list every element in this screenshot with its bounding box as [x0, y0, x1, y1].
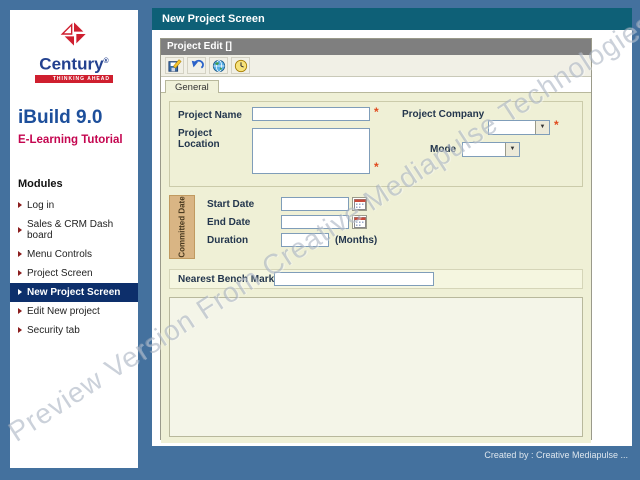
arrow-bullet-icon	[18, 308, 22, 314]
arrow-bullet-icon	[18, 202, 22, 208]
project-location-textarea[interactable]	[252, 128, 370, 174]
sidebar-item-label: Sales & CRM Dash board	[27, 219, 138, 241]
clock-icon	[234, 59, 248, 73]
start-date-label: Start Date	[207, 199, 254, 210]
project-edit-window: Project Edit []	[160, 38, 592, 440]
globe-button[interactable]	[209, 57, 228, 74]
undo-icon	[190, 59, 204, 73]
sidebar-item-new-project-screen[interactable]: New Project Screen	[10, 283, 138, 302]
project-info-group: Project Name * Project Company ▼ * Proje…	[169, 101, 583, 187]
product-title: iBuild 9.0	[18, 107, 138, 129]
sidebar-item-project-screen[interactable]: Project Screen	[10, 264, 138, 283]
product-subtitle: E-Learning Tutorial	[18, 134, 138, 146]
modules-nav: Log in Sales & CRM Dash board Menu Contr…	[10, 196, 138, 340]
form-toolbar	[161, 55, 591, 77]
save-button[interactable]	[165, 57, 184, 74]
chevron-down-icon: ▼	[535, 121, 549, 134]
tab-row: General	[161, 77, 591, 93]
chevron-down-icon: ▼	[505, 143, 519, 156]
end-date-label: End Date	[207, 217, 250, 228]
clock-button[interactable]	[231, 57, 250, 74]
duration-unit-label: (Months)	[335, 235, 377, 246]
sidebar-item-label: New Project Screen	[27, 287, 120, 298]
calendar-icon	[354, 216, 366, 228]
end-date-input[interactable]	[281, 215, 349, 229]
committed-date-sidelabel: Committed Date	[169, 195, 195, 259]
sidebar-item-label: Edit New project	[27, 306, 100, 317]
arrow-bullet-icon	[18, 251, 22, 257]
page-header: New Project Screen	[152, 8, 632, 30]
nearest-bench-mark-row: Nearest Bench Mark	[169, 269, 583, 289]
main-panel: Project Edit []	[152, 30, 632, 446]
project-company-select[interactable]: ▼	[488, 120, 550, 135]
sidebar-item-edit-new-project[interactable]: Edit New project	[10, 302, 138, 321]
sidebar-item-sales-crm-dashboard[interactable]: Sales & CRM Dash board	[10, 215, 138, 245]
mode-select[interactable]: ▼	[462, 142, 520, 157]
app-window: Century® THINKING AHEAD iBuild 9.0 E-Lea…	[0, 0, 640, 480]
century-pinwheel-icon	[60, 20, 88, 48]
project-location-label: Project Location	[178, 128, 230, 150]
arrow-bullet-icon	[18, 289, 22, 295]
start-date-calendar-button[interactable]	[352, 197, 367, 211]
detail-content-area	[169, 297, 583, 437]
required-marker: *	[374, 160, 379, 174]
duration-label: Duration	[207, 235, 248, 246]
sidebar-item-security-tab[interactable]: Security tab	[10, 321, 138, 340]
registered-mark: ®	[104, 58, 109, 65]
sidebar-item-label: Log in	[27, 200, 54, 211]
sidebar-item-label: Menu Controls	[27, 249, 92, 260]
page-title: New Project Screen	[162, 13, 265, 25]
undo-button[interactable]	[187, 57, 206, 74]
calendar-icon	[354, 198, 366, 210]
nearest-bench-mark-input[interactable]	[274, 272, 434, 286]
project-name-label: Project Name	[178, 110, 242, 121]
form-titlebar: Project Edit []	[161, 39, 591, 55]
duration-input[interactable]	[281, 233, 329, 247]
project-company-label: Project Company	[402, 109, 484, 120]
committed-date-group: Committed Date Start Date End Date	[169, 195, 583, 259]
sidebar-item-label: Project Screen	[27, 268, 93, 279]
sidebar-item-menu-controls[interactable]: Menu Controls	[10, 245, 138, 264]
arrow-bullet-icon	[18, 227, 22, 233]
mode-label: Mode	[430, 144, 456, 155]
modules-header: Modules	[18, 178, 138, 190]
footer-credit: Created by : Creative Mediapulse ...	[484, 450, 628, 460]
form-body: Project Name * Project Company ▼ * Proje…	[161, 93, 591, 443]
globe-icon	[212, 59, 226, 73]
arrow-bullet-icon	[18, 327, 22, 333]
arrow-bullet-icon	[18, 270, 22, 276]
century-logo: Century® THINKING AHEAD	[10, 10, 138, 83]
brand-name: Century®	[10, 53, 138, 74]
form-title: Project Edit []	[167, 41, 232, 52]
sidebar-item-label: Security tab	[27, 325, 80, 336]
required-marker: *	[374, 105, 379, 119]
required-marker: *	[554, 118, 559, 132]
start-date-input[interactable]	[281, 197, 349, 211]
sidebar: Century® THINKING AHEAD iBuild 9.0 E-Lea…	[10, 10, 138, 468]
end-date-calendar-button[interactable]	[352, 215, 367, 229]
save-icon	[168, 59, 182, 73]
sidebar-item-log-in[interactable]: Log in	[10, 196, 138, 215]
brand-tagline: THINKING AHEAD	[35, 75, 113, 83]
project-name-input[interactable]	[252, 107, 370, 121]
nearest-bench-mark-label: Nearest Bench Mark	[178, 274, 274, 285]
